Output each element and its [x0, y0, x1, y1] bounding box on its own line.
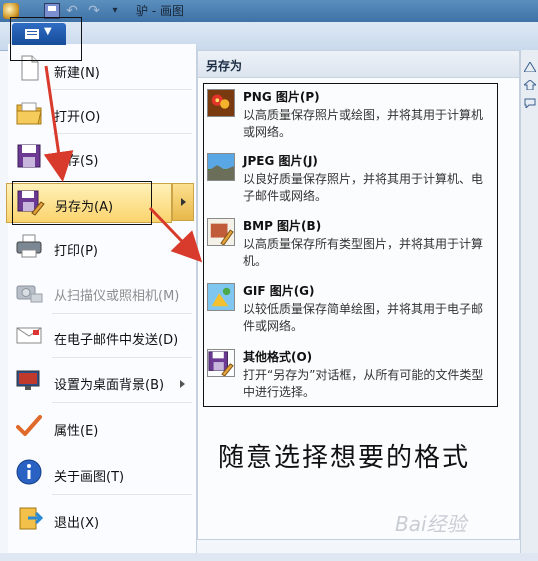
format-list-highlight-frame — [203, 83, 498, 407]
window-title: 驴 - 画图 — [136, 4, 184, 18]
email-icon — [16, 327, 42, 344]
right-toolbar-strip — [520, 50, 538, 561]
floppy-disk-icon — [17, 144, 41, 168]
triangle-shape-icon[interactable] — [524, 62, 536, 72]
menu-button-highlight-frame — [10, 17, 82, 61]
menu-item-save[interactable]: 保存(S) — [6, 138, 190, 178]
desktop-bg-submenu-arrow[interactable] — [180, 380, 185, 388]
quick-access-dropdown-icon[interactable]: ▾ — [107, 3, 123, 19]
menu-item-send-email[interactable]: 在电子邮件中发送(D) — [6, 317, 190, 357]
menu-item-scanner: 从扫描仪或照相机(M) — [6, 273, 190, 313]
menu-separator — [52, 89, 192, 90]
checkmark-icon — [16, 415, 42, 436]
menu-item-label: 属性(E) — [54, 424, 99, 439]
instruction-caption: 随意选择想要的格式 — [218, 443, 471, 473]
menu-separator — [52, 402, 192, 403]
menu-item-properties[interactable]: 属性(E) — [6, 408, 190, 448]
watermark: Bai经验 — [395, 512, 467, 536]
info-icon — [16, 459, 42, 485]
menu-separator — [52, 313, 192, 314]
menu-item-label: 关于画图(T) — [54, 470, 125, 485]
menu-item-print[interactable]: 打印(P) — [6, 228, 190, 268]
menu-item-label: 打开(O) — [54, 110, 101, 125]
save-as-highlight-frame — [12, 181, 152, 225]
menu-item-label: 保存(S) — [54, 154, 99, 169]
bottom-strip — [0, 553, 538, 561]
panel-header: 另存为 — [198, 51, 519, 78]
menu-item-open[interactable]: 打开(O) — [6, 94, 190, 134]
printer-icon — [16, 234, 42, 258]
menu-item-exit[interactable]: 退出(X) — [6, 500, 190, 540]
exit-icon — [19, 507, 44, 530]
callout-shape-icon[interactable] — [524, 98, 536, 108]
panel-heading: 另存为 — [206, 59, 243, 73]
open-folder-icon — [16, 102, 42, 125]
menu-separator — [52, 494, 192, 495]
menu-item-label: 设置为桌面背景(B) — [54, 378, 165, 393]
menu-item-label: 从扫描仪或照相机(M) — [54, 289, 180, 304]
menu-item-label: 退出(X) — [54, 516, 100, 531]
menu-item-label: 在电子邮件中发送(D) — [54, 333, 179, 348]
scanner-camera-icon — [16, 285, 43, 303]
menu-separator — [52, 133, 192, 134]
save-as-submenu-arrow[interactable] — [172, 183, 194, 221]
arrow-shape-icon[interactable] — [524, 80, 536, 90]
menu-item-label: 新建(N) — [54, 66, 100, 81]
menu-item-label: 打印(P) — [54, 244, 98, 259]
menu-separator — [52, 357, 192, 358]
redo-icon[interactable]: ↷ — [86, 3, 102, 19]
menu-item-about[interactable]: 关于画图(T) — [6, 454, 190, 494]
menu-item-set-desktop-bg[interactable]: 设置为桌面背景(B) — [6, 362, 190, 402]
desktop-background-icon — [16, 370, 40, 390]
